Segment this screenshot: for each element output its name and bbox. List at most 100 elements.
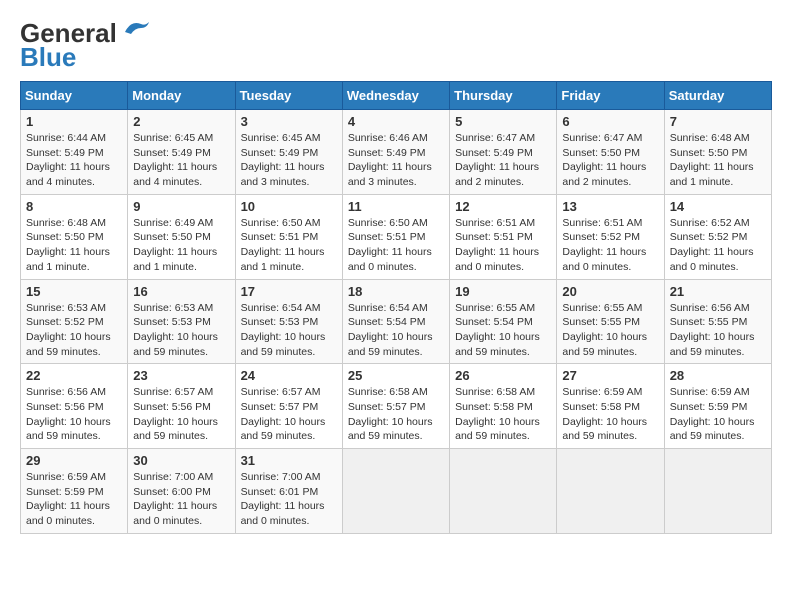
day-info: Sunrise: 6:47 AMSunset: 5:49 PMDaylight:…	[455, 131, 551, 190]
day-info: Sunrise: 6:58 AMSunset: 5:58 PMDaylight:…	[455, 385, 551, 444]
calendar-cell: 15Sunrise: 6:53 AMSunset: 5:52 PMDayligh…	[21, 279, 128, 364]
calendar-cell: 14Sunrise: 6:52 AMSunset: 5:52 PMDayligh…	[664, 194, 771, 279]
calendar-cell	[664, 449, 771, 534]
calendar-cell: 29Sunrise: 6:59 AMSunset: 5:59 PMDayligh…	[21, 449, 128, 534]
day-info: Sunrise: 6:52 AMSunset: 5:52 PMDaylight:…	[670, 216, 766, 275]
day-number: 12	[455, 199, 551, 214]
logo-bird-icon	[121, 18, 153, 40]
calendar-cell: 26 Sunrise: 6:58 AMSunset: 5:58 PMDayligh…	[450, 364, 557, 449]
day-info: Sunrise: 7:00 AMSunset: 6:01 PMDaylight:…	[241, 470, 337, 529]
day-info: Sunrise: 6:55 AMSunset: 5:55 PMDaylight:…	[562, 301, 658, 360]
day-info: Sunrise: 6:48 AMSunset: 5:50 PMDaylight:…	[26, 216, 122, 275]
calendar-cell: 6 Sunrise: 6:47 AMSunset: 5:50 PMDaylight…	[557, 110, 664, 195]
calendar-cell: 2 Sunrise: 6:45 AMSunset: 5:49 PMDaylight…	[128, 110, 235, 195]
day-number: 1	[26, 114, 122, 129]
day-number: 23	[133, 368, 229, 383]
calendar-cell: 9 Sunrise: 6:49 AMSunset: 5:50 PMDaylight…	[128, 194, 235, 279]
day-info: Sunrise: 6:54 AMSunset: 5:53 PMDaylight:…	[241, 301, 337, 360]
calendar-cell: 24 Sunrise: 6:57 AMSunset: 5:57 PMDayligh…	[235, 364, 342, 449]
calendar-cell: 30 Sunrise: 7:00 AMSunset: 6:00 PMDayligh…	[128, 449, 235, 534]
day-info: Sunrise: 6:59 AMSunset: 5:58 PMDaylight:…	[562, 385, 658, 444]
day-info: Sunrise: 6:54 AMSunset: 5:54 PMDaylight:…	[348, 301, 444, 360]
weekday-header-friday: Friday	[557, 82, 664, 110]
day-number: 13	[562, 199, 658, 214]
day-info: Sunrise: 6:49 AMSunset: 5:50 PMDaylight:…	[133, 216, 229, 275]
calendar-week-3: 15Sunrise: 6:53 AMSunset: 5:52 PMDayligh…	[21, 279, 772, 364]
calendar-cell: 16Sunrise: 6:53 AMSunset: 5:53 PMDayligh…	[128, 279, 235, 364]
logo: General Blue	[20, 20, 153, 73]
day-number: 26	[455, 368, 551, 383]
day-info: Sunrise: 6:56 AMSunset: 5:56 PMDaylight:…	[26, 385, 122, 444]
day-info: Sunrise: 6:57 AMSunset: 5:57 PMDaylight:…	[241, 385, 337, 444]
day-info: Sunrise: 6:47 AMSunset: 5:50 PMDaylight:…	[562, 131, 658, 190]
calendar-cell: 25Sunrise: 6:58 AMSunset: 5:57 PMDayligh…	[342, 364, 449, 449]
day-number: 3	[241, 114, 337, 129]
day-number: 18	[348, 284, 444, 299]
calendar-cell: 13 Sunrise: 6:51 AMSunset: 5:52 PMDayligh…	[557, 194, 664, 279]
calendar-cell: 18 Sunrise: 6:54 AMSunset: 5:54 PMDayligh…	[342, 279, 449, 364]
page-header: General Blue	[20, 20, 772, 73]
day-info: Sunrise: 6:53 AMSunset: 5:53 PMDaylight:…	[133, 301, 229, 360]
weekday-header-wednesday: Wednesday	[342, 82, 449, 110]
calendar-cell: 11 Sunrise: 6:50 AMSunset: 5:51 PMDayligh…	[342, 194, 449, 279]
calendar-cell: 20 Sunrise: 6:55 AMSunset: 5:55 PMDayligh…	[557, 279, 664, 364]
calendar-week-1: 1 Sunrise: 6:44 AMSunset: 5:49 PMDaylight…	[21, 110, 772, 195]
day-number: 11	[348, 199, 444, 214]
day-info: Sunrise: 6:45 AMSunset: 5:49 PMDaylight:…	[241, 131, 337, 190]
weekday-header-thursday: Thursday	[450, 82, 557, 110]
calendar-cell: 17 Sunrise: 6:54 AMSunset: 5:53 PMDayligh…	[235, 279, 342, 364]
weekday-header-monday: Monday	[128, 82, 235, 110]
day-info: Sunrise: 6:55 AMSunset: 5:54 PMDaylight:…	[455, 301, 551, 360]
calendar-cell: 8Sunrise: 6:48 AMSunset: 5:50 PMDaylight…	[21, 194, 128, 279]
weekday-header-sunday: Sunday	[21, 82, 128, 110]
calendar-cell	[450, 449, 557, 534]
calendar-cell: 31 Sunrise: 7:00 AMSunset: 6:01 PMDayligh…	[235, 449, 342, 534]
calendar-week-4: 22 Sunrise: 6:56 AMSunset: 5:56 PMDayligh…	[21, 364, 772, 449]
calendar-cell	[342, 449, 449, 534]
day-number: 30	[133, 453, 229, 468]
day-number: 9	[133, 199, 229, 214]
day-info: Sunrise: 6:48 AMSunset: 5:50 PMDaylight:…	[670, 131, 766, 190]
day-info: Sunrise: 6:50 AMSunset: 5:51 PMDaylight:…	[241, 216, 337, 275]
day-info: Sunrise: 6:51 AMSunset: 5:52 PMDaylight:…	[562, 216, 658, 275]
day-number: 24	[241, 368, 337, 383]
calendar-cell: 21 Sunrise: 6:56 AMSunset: 5:55 PMDayligh…	[664, 279, 771, 364]
day-info: Sunrise: 6:58 AMSunset: 5:57 PMDaylight:…	[348, 385, 444, 444]
day-number: 31	[241, 453, 337, 468]
day-number: 7	[670, 114, 766, 129]
day-number: 2	[133, 114, 229, 129]
calendar-table: SundayMondayTuesdayWednesdayThursdayFrid…	[20, 81, 772, 534]
weekday-header-tuesday: Tuesday	[235, 82, 342, 110]
day-info: Sunrise: 6:56 AMSunset: 5:55 PMDaylight:…	[670, 301, 766, 360]
calendar-cell: 19Sunrise: 6:55 AMSunset: 5:54 PMDayligh…	[450, 279, 557, 364]
calendar-cell: 22 Sunrise: 6:56 AMSunset: 5:56 PMDayligh…	[21, 364, 128, 449]
day-number: 20	[562, 284, 658, 299]
day-info: Sunrise: 7:00 AMSunset: 6:00 PMDaylight:…	[133, 470, 229, 529]
calendar-cell: 4 Sunrise: 6:46 AMSunset: 5:49 PMDaylight…	[342, 110, 449, 195]
day-info: Sunrise: 6:59 AMSunset: 5:59 PMDaylight:…	[670, 385, 766, 444]
day-info: Sunrise: 6:44 AMSunset: 5:49 PMDaylight:…	[26, 131, 122, 190]
day-number: 21	[670, 284, 766, 299]
weekday-header-saturday: Saturday	[664, 82, 771, 110]
day-info: Sunrise: 6:50 AMSunset: 5:51 PMDaylight:…	[348, 216, 444, 275]
day-number: 10	[241, 199, 337, 214]
calendar-week-5: 29Sunrise: 6:59 AMSunset: 5:59 PMDayligh…	[21, 449, 772, 534]
day-number: 17	[241, 284, 337, 299]
calendar-cell: 27 Sunrise: 6:59 AMSunset: 5:58 PMDayligh…	[557, 364, 664, 449]
day-number: 27	[562, 368, 658, 383]
day-number: 22	[26, 368, 122, 383]
day-number: 6	[562, 114, 658, 129]
day-number: 15	[26, 284, 122, 299]
calendar-cell: 10 Sunrise: 6:50 AMSunset: 5:51 PMDayligh…	[235, 194, 342, 279]
day-info: Sunrise: 6:46 AMSunset: 5:49 PMDaylight:…	[348, 131, 444, 190]
calendar-cell: 28Sunrise: 6:59 AMSunset: 5:59 PMDayligh…	[664, 364, 771, 449]
calendar-header-row: SundayMondayTuesdayWednesdayThursdayFrid…	[21, 82, 772, 110]
day-info: Sunrise: 6:45 AMSunset: 5:49 PMDaylight:…	[133, 131, 229, 190]
day-number: 5	[455, 114, 551, 129]
calendar-cell: 12Sunrise: 6:51 AMSunset: 5:51 PMDayligh…	[450, 194, 557, 279]
calendar-week-2: 8Sunrise: 6:48 AMSunset: 5:50 PMDaylight…	[21, 194, 772, 279]
calendar-cell: 7 Sunrise: 6:48 AMSunset: 5:50 PMDaylight…	[664, 110, 771, 195]
day-number: 4	[348, 114, 444, 129]
calendar-cell: 1 Sunrise: 6:44 AMSunset: 5:49 PMDaylight…	[21, 110, 128, 195]
calendar-cell: 5 Sunrise: 6:47 AMSunset: 5:49 PMDaylight…	[450, 110, 557, 195]
